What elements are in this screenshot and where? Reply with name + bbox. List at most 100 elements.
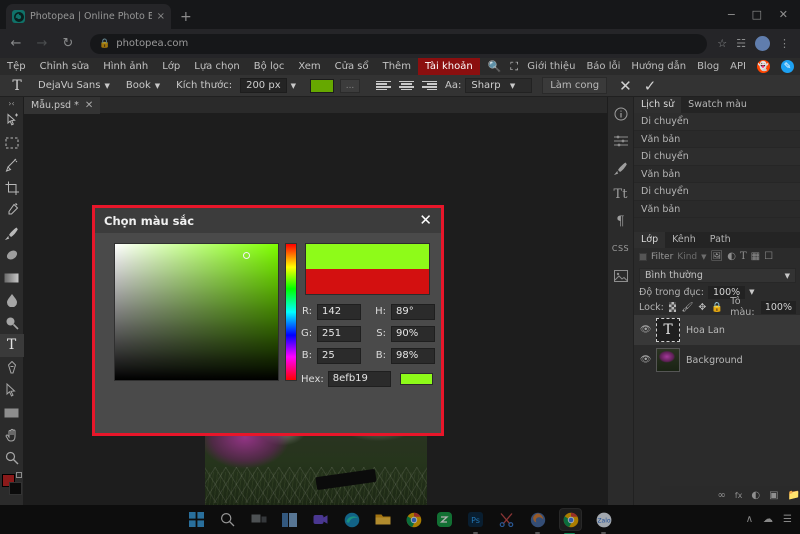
window-close-button[interactable]: ✕ <box>779 8 788 21</box>
brush-lock-icon[interactable]: 🖌 <box>681 302 693 313</box>
css-icon[interactable]: CSS <box>608 236 634 261</box>
menu-them[interactable]: Thêm <box>376 58 418 75</box>
align-right-icon[interactable] <box>422 80 437 92</box>
tab-path[interactable]: Path <box>703 232 738 248</box>
all-lock-icon[interactable]: 🔒 <box>711 302 723 313</box>
tab-swatch-mau[interactable]: Swatch màu <box>681 97 754 113</box>
smart-filter-icon[interactable]: ☐ <box>764 251 773 262</box>
zalo-button[interactable] <box>435 510 454 529</box>
pen-tool[interactable] <box>0 357 24 380</box>
cancel-icon[interactable]: ✕ <box>619 77 632 95</box>
gradient-tool[interactable] <box>0 267 24 290</box>
eyedropper-tool[interactable] <box>0 199 24 222</box>
menu-tai-khoan[interactable]: Tài khoản <box>417 58 480 75</box>
more-options-button[interactable]: ... <box>340 78 360 93</box>
saturation-input[interactable]: 90% <box>391 325 435 342</box>
minimize-button[interactable]: − <box>727 8 736 21</box>
list-item[interactable]: Văn bản <box>634 131 800 148</box>
chrome-active-button[interactable] <box>559 508 582 534</box>
edge-button[interactable] <box>342 510 361 529</box>
chevron-down-icon[interactable]: ▼ <box>749 288 754 296</box>
document-tab[interactable]: Mẫu.psd * ✕ <box>24 97 101 114</box>
back-icon[interactable]: ← <box>8 36 24 51</box>
zalo-second-button[interactable]: Zalo <box>594 510 613 534</box>
brightness-input[interactable]: 98% <box>391 347 435 364</box>
align-center-icon[interactable] <box>399 80 414 92</box>
fill-value[interactable]: 100% <box>760 300 796 314</box>
list-item[interactable]: Di chuyển <box>634 183 800 201</box>
dodge-tool[interactable] <box>0 312 24 335</box>
menu-chinh-sua[interactable]: Chỉnh sửa <box>33 58 97 75</box>
widgets-button[interactable] <box>280 510 299 529</box>
mask-icon[interactable]: ▣ <box>769 490 778 501</box>
font-size-input[interactable]: 200 px <box>240 78 287 93</box>
crop-tool[interactable] <box>0 177 24 200</box>
zoom-tool[interactable] <box>0 447 24 470</box>
bookmark-star-icon[interactable]: ☆ <box>717 37 727 50</box>
brush-icon[interactable] <box>608 155 634 180</box>
new-tab-button[interactable]: + <box>180 9 192 25</box>
link-api[interactable]: API <box>730 61 746 72</box>
move-tool[interactable] <box>0 109 24 132</box>
tray-expand-icon[interactable]: ∧ <box>746 514 753 525</box>
move-lock-icon[interactable]: ✥ <box>698 302 706 313</box>
menu-hinh-anh[interactable]: Hình ảnh <box>96 58 155 75</box>
chrome-button[interactable] <box>404 510 423 529</box>
lasso-tool[interactable] <box>0 154 24 177</box>
link-icon[interactable]: ∞ <box>717 490 725 501</box>
browser-tab[interactable]: Photopea | Online Photo Editor × <box>6 4 171 29</box>
browser-menu-icon[interactable]: ⋮ <box>779 37 790 50</box>
menu-tep[interactable]: Tệp <box>0 58 33 75</box>
chevron-down-icon[interactable]: ▼ <box>701 253 706 261</box>
image-filter-icon[interactable]: 🖼 <box>711 251 724 262</box>
transparency-lock-icon[interactable] <box>668 302 677 312</box>
warp-text-button[interactable]: Làm cong <box>542 77 608 94</box>
green-input[interactable]: 251 <box>317 325 361 342</box>
search-button[interactable] <box>218 510 237 529</box>
cloud-icon[interactable]: ☁ <box>763 514 773 525</box>
new-color-swatch[interactable] <box>306 244 429 269</box>
folder-icon[interactable]: 📁 <box>788 490 800 501</box>
tab-lich-su[interactable]: Lịch sử <box>634 97 682 113</box>
link-bao-loi[interactable]: Báo lỗi <box>586 61 620 72</box>
link-gioi-thieu[interactable]: Giới thiệu <box>527 61 575 72</box>
menu-bo-loc[interactable]: Bộ lọc <box>247 58 292 75</box>
brush-tool[interactable] <box>0 222 24 245</box>
fx-icon[interactable]: fx <box>735 491 743 500</box>
old-color-swatch[interactable] <box>306 269 429 294</box>
visibility-icon[interactable]: 👁 <box>640 355 651 365</box>
blur-tool[interactable] <box>0 289 24 312</box>
table-row[interactable]: 👁 T Hoa Lan <box>634 315 800 345</box>
collapse-tools-icon[interactable]: ›‹ <box>8 98 14 109</box>
reddit-icon[interactable]: 👻 <box>757 60 770 73</box>
image-icon[interactable] <box>608 263 634 288</box>
eraser-tool[interactable] <box>0 244 24 267</box>
tab-lop[interactable]: Lớp <box>634 232 666 248</box>
menu-lua-chon[interactable]: Lựa chọn <box>187 58 247 75</box>
teams-button[interactable] <box>311 510 330 529</box>
confirm-icon[interactable]: ✓ <box>644 77 657 95</box>
photoshop-button[interactable]: Ps <box>466 510 485 534</box>
list-item[interactable]: Văn bản <box>634 166 800 183</box>
hue-input[interactable]: 89° <box>391 303 435 320</box>
address-bar[interactable]: 🔒 photopea.com <box>90 33 708 54</box>
hex-input[interactable]: 8efb19 <box>327 371 392 387</box>
close-icon[interactable]: × <box>157 11 165 22</box>
text-tool[interactable]: T <box>0 334 24 357</box>
list-item[interactable]: Di chuyển <box>634 148 800 166</box>
tab-kenh[interactable]: Kênh <box>665 232 703 248</box>
twitter-icon[interactable]: ✎ <box>781 60 794 73</box>
fullscreen-icon[interactable]: ⛶ <box>510 60 518 74</box>
search-icon[interactable]: 🔍 <box>488 60 502 73</box>
hue-slider[interactable] <box>285 243 297 381</box>
extensions-icon[interactable]: ☵ <box>736 37 746 50</box>
font-style-select[interactable]: Book ▼ <box>118 80 168 91</box>
text-filter-icon[interactable]: T <box>740 251 747 262</box>
close-icon[interactable]: ✕ <box>85 100 93 111</box>
maximize-button[interactable]: □ <box>752 8 762 21</box>
background-color-swatch[interactable] <box>8 482 22 495</box>
info-icon[interactable] <box>608 101 634 126</box>
adjustments-icon[interactable] <box>608 128 634 153</box>
task-view-button[interactable] <box>249 510 268 529</box>
menu-lop[interactable]: Lớp <box>155 58 187 75</box>
